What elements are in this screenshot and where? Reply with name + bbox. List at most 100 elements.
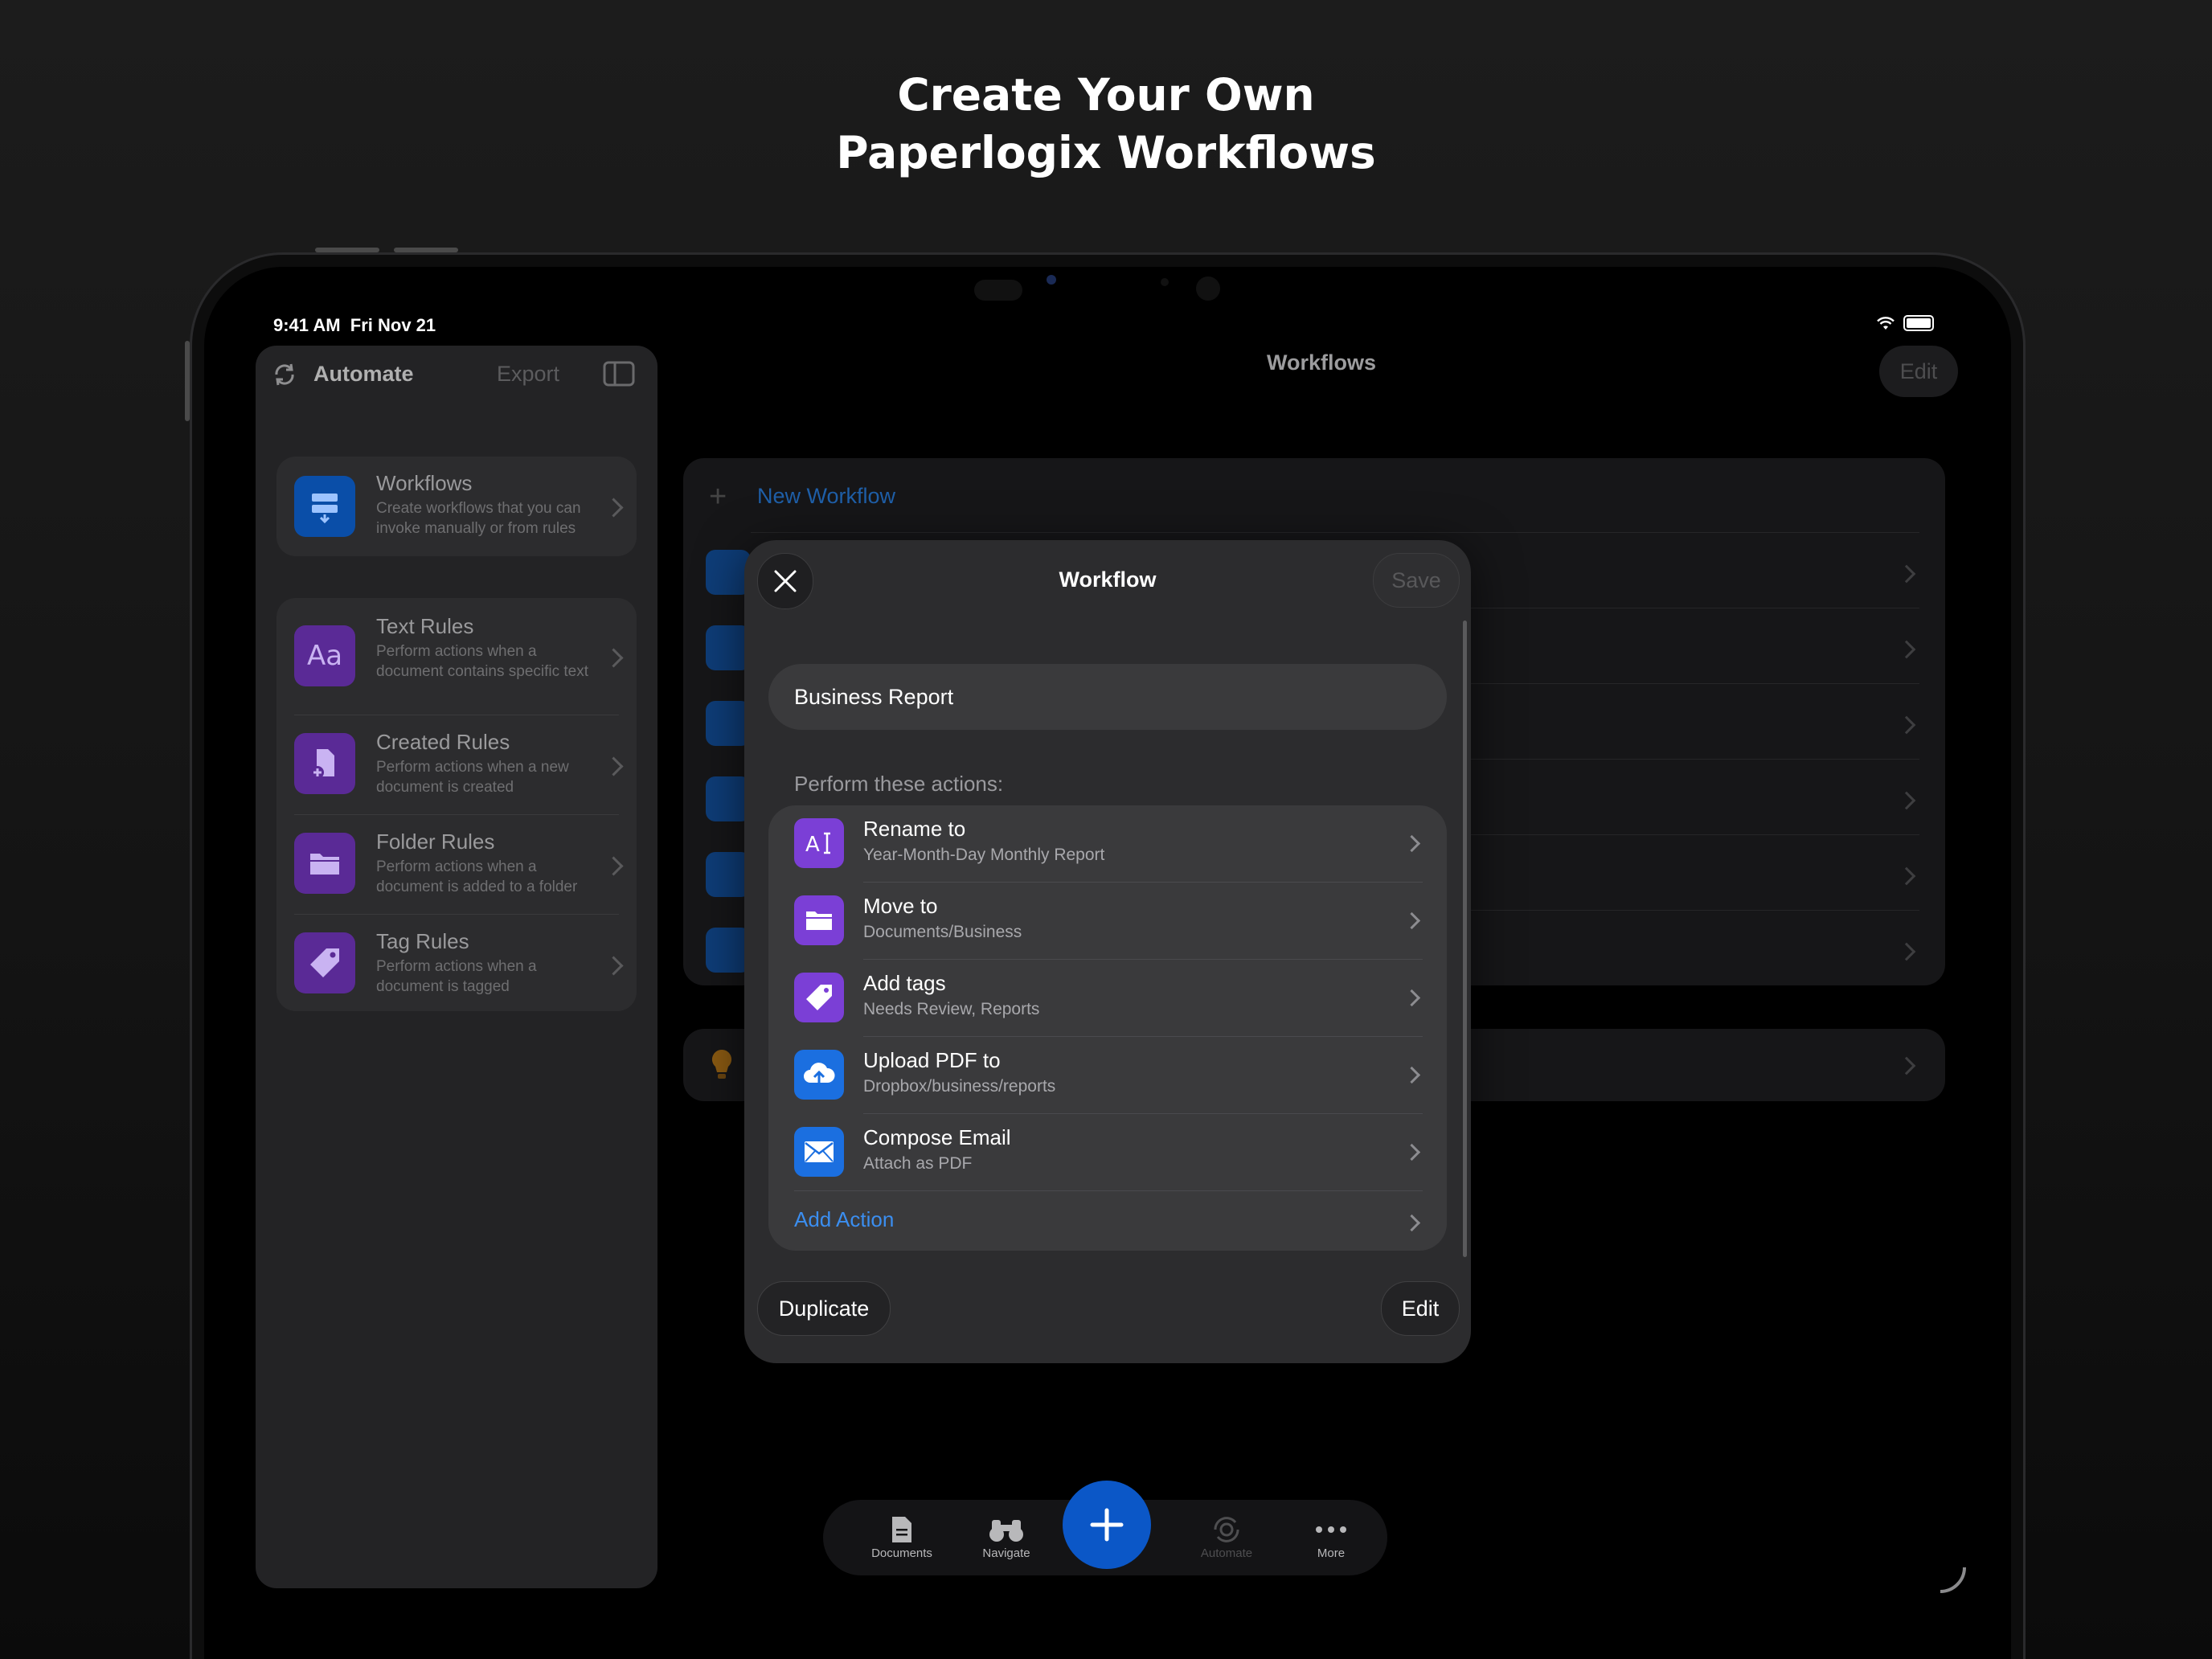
- chevron-right-icon: [1403, 1143, 1421, 1161]
- action-row-rename[interactable]: A Rename to Year-Month-Day Monthly Repor…: [768, 805, 1447, 882]
- svg-text:A: A: [805, 833, 820, 857]
- tab-documents[interactable]: Documents: [854, 1513, 950, 1560]
- chevron-right-icon: [604, 856, 624, 876]
- workflow-name-field[interactable]: Business Report: [768, 664, 1447, 730]
- document-icon: [892, 1517, 911, 1542]
- rename-icon: A: [794, 818, 844, 868]
- tag-icon: [794, 973, 844, 1022]
- sidebar-item-subtitle: Perform actions when a document is added…: [376, 858, 578, 895]
- chevron-right-icon: [1897, 564, 1916, 584]
- tab-label: More: [1317, 1546, 1346, 1560]
- folder-icon: [794, 895, 844, 945]
- modal-edit-button[interactable]: Edit: [1381, 1281, 1460, 1336]
- action-row-email[interactable]: Compose Email Attach as PDF: [768, 1114, 1447, 1190]
- add-action-button[interactable]: Add Action: [794, 1207, 894, 1232]
- chevron-right-icon: [1403, 1214, 1421, 1232]
- chevron-right-icon: [1403, 989, 1421, 1007]
- status-time: 9:41 AM Fri Nov 21: [273, 315, 436, 336]
- sidebar-item-title: Folder Rules: [376, 830, 495, 854]
- sidebar-item-folder-rules[interactable]: Folder Rules Perform actions when a docu…: [276, 815, 637, 913]
- marketing-headline: Create Your Own Paperlogix Workflows: [0, 66, 2212, 182]
- battery-icon: [1903, 315, 1934, 331]
- tab-more[interactable]: More: [1283, 1513, 1379, 1560]
- chevron-right-icon: [1897, 640, 1916, 659]
- headline-line-1: Create Your Own: [897, 69, 1315, 121]
- action-row-move[interactable]: Move to Documents/Business: [768, 883, 1447, 959]
- chevron-right-icon: [604, 648, 624, 668]
- sidebar-item-subtitle: Perform actions when a document contains…: [376, 643, 589, 680]
- action-row-add-tags[interactable]: Add tags Needs Review, Reports: [768, 960, 1447, 1036]
- action-title: Compose Email: [863, 1125, 1011, 1149]
- edit-button[interactable]: Edit: [1879, 346, 1958, 397]
- chevron-right-icon: [1403, 834, 1421, 853]
- sidebar-item-workflows[interactable]: Workflows Create workflows that you can …: [276, 457, 637, 556]
- status-date: Fri Nov 21: [350, 315, 436, 335]
- action-subtitle: Needs Review, Reports: [863, 1000, 1040, 1018]
- tab-automate[interactable]: Automate: [1178, 1513, 1275, 1560]
- sidebar-item-subtitle: Create workflows that you can invoke man…: [376, 500, 581, 537]
- sync-icon[interactable]: [270, 360, 299, 389]
- sidebar-item-subtitle: Perform actions when a document is tagge…: [376, 958, 537, 995]
- duplicate-button[interactable]: Duplicate: [757, 1281, 891, 1336]
- tab-label: Navigate: [982, 1546, 1030, 1560]
- camera-lens: [1047, 275, 1056, 285]
- sidebar-item-created-rules[interactable]: Created Rules Perform actions when a new…: [276, 715, 637, 813]
- chevron-right-icon: [604, 756, 624, 776]
- chevron-right-icon: [604, 956, 624, 976]
- sidebar: Automate Export Workflows Create workflo…: [256, 346, 657, 1588]
- cloud-upload-icon: [794, 1050, 844, 1100]
- sidebar-item-title: Created Rules: [376, 730, 510, 754]
- plus-icon: +: [709, 480, 727, 514]
- tab-navigate[interactable]: Navigate: [958, 1513, 1055, 1560]
- action-row-upload[interactable]: Upload PDF to Dropbox/business/reports: [768, 1037, 1447, 1113]
- sidebar-header: Automate Export: [256, 346, 657, 402]
- sidebar-item-text-rules[interactable]: Aa Text Rules Perform actions when a doc…: [276, 598, 637, 714]
- headline-line-2: Paperlogix Workflows: [836, 127, 1376, 178]
- action-subtitle: Documents/Business: [863, 923, 1022, 941]
- chevron-right-icon: [1403, 911, 1421, 930]
- action-title: Move to: [863, 894, 938, 918]
- sidebar-item-title: Tag Rules: [376, 929, 469, 953]
- page-title: Workflows: [1267, 350, 1377, 375]
- camera-sensor: [1196, 276, 1220, 301]
- action-title: Add tags: [863, 971, 946, 995]
- folder-icon: [294, 833, 355, 894]
- save-button[interactable]: Save: [1373, 553, 1460, 608]
- sidebar-title: Automate: [313, 362, 414, 386]
- workflows-group: Workflows Create workflows that you can …: [276, 457, 637, 556]
- divider: [794, 1190, 1423, 1191]
- sidebar-item-tag-rules[interactable]: Tag Rules Perform actions when a documen…: [276, 915, 637, 1011]
- new-workflow-button[interactable]: New Workflow: [757, 484, 895, 509]
- sidebar-toggle-icon[interactable]: [603, 360, 635, 387]
- actions-list: A Rename to Year-Month-Day Monthly Repor…: [768, 805, 1447, 1251]
- gear-sync-icon: [1214, 1517, 1239, 1542]
- document-plus-icon: [294, 733, 355, 794]
- ipad-screen: 9:41 AM Fri Nov 21 Workflows Edit + New …: [204, 267, 2011, 1659]
- action-title: Upload PDF to: [863, 1048, 1001, 1072]
- action-title: Rename to: [863, 817, 966, 841]
- workflow-name-value: Business Report: [794, 685, 954, 709]
- chevron-right-icon: [1897, 715, 1916, 735]
- chevron-right-icon: [1403, 1066, 1421, 1084]
- text-aa-icon: Aa: [294, 625, 355, 686]
- modal-scrollbar[interactable]: [1463, 621, 1467, 1257]
- tab-label: Automate: [1200, 1546, 1253, 1560]
- status-clock: 9:41 AM: [273, 315, 341, 335]
- camera-sensor: [974, 280, 1022, 301]
- rules-group: Aa Text Rules Perform actions when a doc…: [276, 598, 637, 1011]
- divider: [751, 532, 1919, 533]
- plus-icon: [1090, 1508, 1124, 1542]
- tab-label: Documents: [871, 1546, 932, 1560]
- ellipsis-icon: [1316, 1526, 1346, 1533]
- section-header: Perform these actions:: [794, 772, 1004, 796]
- action-subtitle: Dropbox/business/reports: [863, 1077, 1056, 1096]
- camera-sensor: [1161, 278, 1169, 286]
- wifi-icon: [1877, 317, 1895, 330]
- sidebar-item-title: Workflows: [376, 471, 473, 495]
- export-button[interactable]: Export: [497, 362, 559, 387]
- chevron-right-icon: [1897, 791, 1916, 810]
- add-button[interactable]: [1063, 1481, 1151, 1569]
- chevron-right-icon: [1897, 942, 1916, 961]
- tag-icon: [294, 932, 355, 993]
- envelope-icon: [794, 1127, 844, 1177]
